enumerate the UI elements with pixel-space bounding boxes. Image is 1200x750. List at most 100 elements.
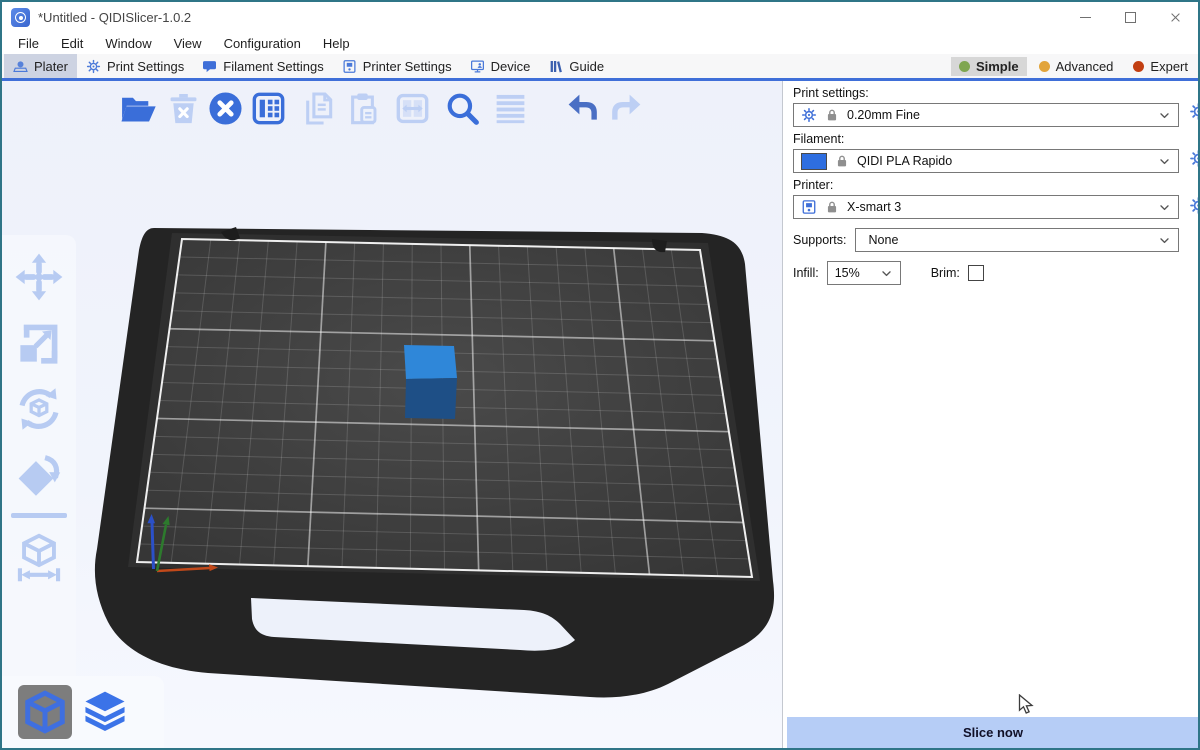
tab-bar: Plater Print Settings Filament Settings …	[2, 54, 1198, 81]
chevron-down-icon	[1158, 201, 1171, 214]
delete-all-button[interactable]	[205, 88, 245, 128]
printer-icon	[801, 199, 817, 215]
minimize-button[interactable]	[1063, 2, 1108, 33]
mode-expert[interactable]: Expert	[1125, 57, 1196, 76]
rotate-button[interactable]	[11, 381, 67, 436]
3d-editor-view-button[interactable]	[18, 685, 72, 739]
copy-icon	[300, 90, 337, 127]
printer-value: X-smart 3	[847, 200, 901, 214]
redo-icon	[608, 90, 645, 127]
menu-help[interactable]: Help	[312, 33, 361, 54]
mode-advanced[interactable]: Advanced	[1031, 57, 1122, 76]
fill-bed-button[interactable]	[392, 88, 432, 128]
tab-filament-settings[interactable]: Filament Settings	[193, 54, 332, 78]
device-icon	[470, 59, 485, 74]
search-icon	[444, 90, 481, 127]
filament-value: QIDI PLA Rapido	[857, 154, 952, 168]
undo-icon	[564, 90, 601, 127]
mode-simple[interactable]: Simple	[951, 57, 1027, 76]
chevron-down-icon	[1158, 234, 1171, 247]
app-window: *Untitled - QIDISlicer-1.0.2 File Edit W…	[0, 0, 1200, 750]
3d-viewport[interactable]	[2, 81, 782, 748]
simple-dot-icon	[959, 61, 970, 72]
slice-now-button[interactable]: Slice now	[787, 717, 1198, 748]
fill-bed-icon	[394, 90, 431, 127]
filament-combo[interactable]: QIDI PLA Rapido	[793, 149, 1179, 173]
tab-printer-settings[interactable]: Printer Settings	[333, 54, 461, 78]
scale-button[interactable]	[11, 315, 67, 370]
gizmo-separator	[11, 513, 67, 518]
filament-color-swatch	[801, 153, 827, 170]
print-settings-combo[interactable]: 0.20mm Fine	[793, 103, 1179, 127]
mode-switcher: Simple Advanced Expert	[951, 54, 1198, 78]
mode-label: Advanced	[1056, 59, 1114, 74]
flatten-icon	[13, 449, 65, 501]
settings-sidebar: Print settings: 0.20mm Fine Filament: QI…	[782, 81, 1198, 748]
layer-lines-icon	[492, 90, 529, 127]
tab-device[interactable]: Device	[461, 54, 540, 78]
layer-height-button[interactable]	[490, 88, 530, 128]
preview-view-button[interactable]	[78, 685, 132, 739]
maximize-button[interactable]	[1108, 2, 1153, 33]
printer-gear-button[interactable]	[1189, 196, 1198, 215]
menu-file[interactable]: File	[7, 33, 50, 54]
delete-button[interactable]	[163, 88, 203, 128]
build-plate-scene	[2, 81, 782, 748]
chevron-down-icon	[880, 267, 893, 280]
title-bar: *Untitled - QIDISlicer-1.0.2	[2, 2, 1198, 33]
viewport-toolbar	[2, 81, 782, 133]
brim-checkbox[interactable]	[968, 265, 984, 281]
brim-label: Brim:	[931, 266, 960, 280]
arrange-icon	[250, 90, 287, 127]
paste-button[interactable]	[342, 88, 382, 128]
infill-value: 15%	[835, 266, 860, 280]
open-button[interactable]	[117, 88, 157, 128]
guide-icon	[548, 59, 563, 74]
copy-button[interactable]	[298, 88, 338, 128]
lock-icon	[825, 200, 839, 214]
supports-combo[interactable]: None	[855, 228, 1179, 252]
layers-icon	[82, 689, 128, 735]
move-button[interactable]	[11, 249, 67, 304]
tab-label: Plater	[34, 59, 68, 74]
place-on-face-button[interactable]	[11, 447, 67, 502]
filament-icon	[202, 59, 217, 74]
maximize-icon	[1125, 12, 1136, 23]
infill-combo[interactable]: 15%	[827, 261, 901, 285]
tab-print-settings[interactable]: Print Settings	[77, 54, 193, 78]
redo-button[interactable]	[606, 88, 646, 128]
menu-bar: File Edit Window View Configuration Help	[2, 33, 1198, 54]
gizmo-toolbar	[2, 235, 76, 689]
menu-configuration[interactable]: Configuration	[213, 33, 312, 54]
supports-label: Supports:	[793, 233, 847, 247]
close-icon	[1170, 12, 1181, 23]
filament-gear-button[interactable]	[1189, 149, 1198, 168]
paste-icon	[344, 90, 381, 127]
tab-label: Device	[491, 59, 531, 74]
chevron-down-icon	[1158, 155, 1171, 168]
print-settings-gear-button[interactable]	[1189, 102, 1198, 121]
tab-plater[interactable]: Plater	[4, 54, 77, 78]
measure-icon	[13, 531, 65, 583]
tab-guide[interactable]: Guide	[539, 54, 613, 78]
menu-view[interactable]: View	[163, 33, 213, 54]
menu-window[interactable]: Window	[94, 33, 162, 54]
cube-icon	[22, 689, 68, 735]
printer-icon	[342, 59, 357, 74]
close-button[interactable]	[1153, 2, 1198, 33]
measure-button[interactable]	[11, 529, 67, 584]
printer-combo[interactable]: X-smart 3	[793, 195, 1179, 219]
model-cube[interactable]	[404, 345, 457, 419]
filament-label: Filament:	[793, 132, 1179, 146]
search-button[interactable]	[442, 88, 482, 128]
undo-button[interactable]	[562, 88, 602, 128]
view-toggles	[2, 676, 164, 748]
mode-label: Simple	[976, 59, 1019, 74]
menu-edit[interactable]: Edit	[50, 33, 94, 54]
infill-label: Infill:	[793, 266, 819, 280]
minimize-icon	[1080, 17, 1091, 18]
arrange-button[interactable]	[248, 88, 288, 128]
scale-icon	[13, 317, 65, 369]
app-logo-icon	[11, 8, 30, 27]
print-settings-label: Print settings:	[793, 86, 1179, 100]
